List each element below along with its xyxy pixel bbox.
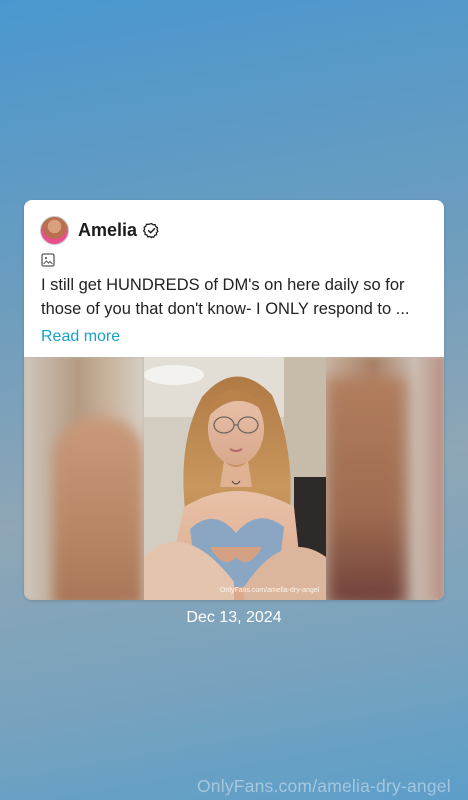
media-blur-right-detail (326, 377, 406, 600)
avatar[interactable] (40, 215, 69, 245)
image-icon (41, 253, 55, 267)
post-photo[interactable] (144, 357, 326, 600)
author-name[interactable]: Amelia (78, 220, 137, 241)
post-media[interactable]: OnlyFans.com/amelia-dry-angel (24, 357, 444, 600)
post-text: I still get HUNDREDS of DM's on here dai… (41, 276, 410, 318)
photo-watermark: OnlyFans.com/amelia-dry-angel (220, 587, 320, 594)
media-blur-left-detail (54, 417, 144, 600)
post-header: Amelia (40, 215, 160, 245)
page-watermark: OnlyFans.com/amelia-dry-angel (197, 776, 451, 796)
post-date: Dec 13, 2024 (186, 609, 282, 626)
post-card: Amelia I still get HUNDREDS of DM's on h… (24, 200, 444, 600)
verified-badge-icon (143, 222, 159, 238)
post-photo-illustration (144, 357, 326, 600)
read-more-link[interactable]: Read more (41, 328, 120, 346)
